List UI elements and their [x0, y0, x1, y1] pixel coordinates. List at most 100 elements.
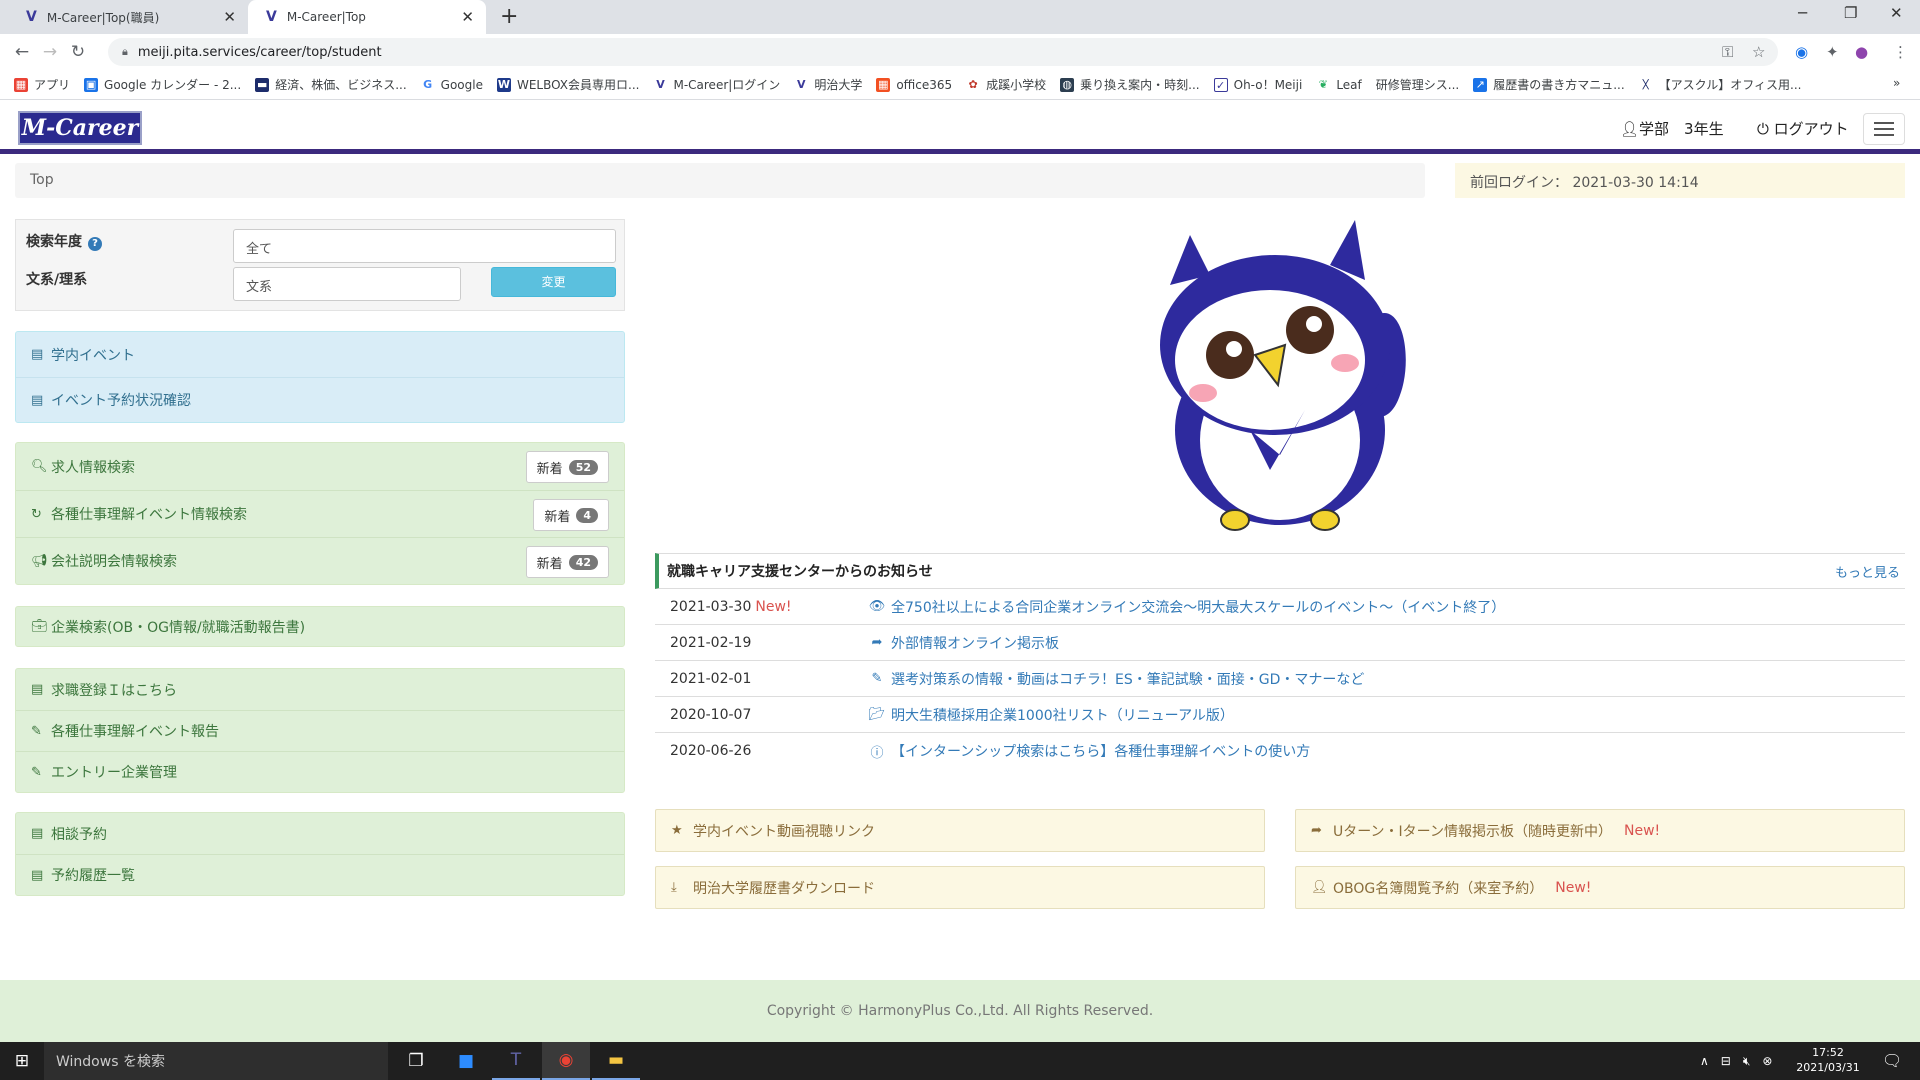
- more-link[interactable]: もっと見る: [1835, 562, 1900, 581]
- bookmarks-more-button[interactable]: »: [1893, 76, 1900, 90]
- owl-mascot-illustration: [1160, 220, 1406, 531]
- file-explorer-icon[interactable]: ▬: [592, 1042, 640, 1080]
- search-year-select[interactable]: 全て: [233, 229, 616, 263]
- new-tab-plus-icon[interactable]: +: [500, 4, 518, 29]
- star-bookmark-icon[interactable]: ☆: [1752, 43, 1765, 61]
- news-link[interactable]: 全750社以上による合同企業オンライン交流会～明大最大スケールのイベント～（イベ…: [891, 597, 1505, 617]
- bookmark-welbox[interactable]: W WELBOX会員専用ロ...: [496, 76, 639, 93]
- news-link[interactable]: 選考対策系の情報・動画はコチラ！ES・筆記試験・面接・GD・マナーなど: [891, 669, 1364, 689]
- close-icon[interactable]: ✕: [223, 8, 236, 26]
- bookmark-apps[interactable]: ▦ アプリ: [14, 76, 70, 93]
- forward-arrow-icon[interactable]: →: [36, 42, 64, 62]
- news-panel: 就職キャリア支援センターからのお知らせ もっと見る 2021-03-30 New!…: [655, 553, 1905, 769]
- calendar-icon: ▣: [84, 77, 99, 92]
- menu-item-job-registration[interactable]: ▤ 求職登録Ｉはこちら: [16, 669, 624, 710]
- back-arrow-icon[interactable]: ←: [8, 42, 36, 62]
- folder-open-icon: 📂︎: [868, 707, 886, 722]
- star-icon: ★: [671, 823, 683, 838]
- profile-avatar-icon[interactable]: ●: [1855, 43, 1868, 61]
- change-button[interactable]: 変更: [491, 267, 616, 297]
- news-date: 2021-03-30: [670, 598, 752, 615]
- bookmark-google-calendar[interactable]: ▣ Google カレンダー - 2...: [84, 76, 241, 93]
- reload-icon[interactable]: ↻: [64, 42, 92, 62]
- breadcrumb: Top: [15, 163, 1425, 198]
- bookmark-office365[interactable]: ▦ office365: [876, 77, 952, 92]
- obog-list-link-box[interactable]: 👤︎ OBOG名簿閲覧予約（来室予約） New!: [1295, 866, 1905, 909]
- help-icon[interactable]: ?: [88, 237, 102, 251]
- bookmark-oh-o-meiji[interactable]: ✓ Oh-o！Meiji: [1213, 76, 1302, 93]
- menu-item-booking-history[interactable]: ▤ 予約履歴一覧: [16, 854, 624, 895]
- list-icon: ▤: [31, 682, 44, 697]
- hamburger-menu-icon[interactable]: [1863, 113, 1905, 145]
- menu-item-company-briefing-search[interactable]: 📢︎ 会社説明会情報検索 新着 42: [16, 537, 624, 584]
- u-turn-board-link-box[interactable]: ➦ Uターン・Iターン情報掲示板（随時更新中） New!: [1295, 809, 1905, 852]
- maximize-icon[interactable]: ❐: [1844, 4, 1857, 22]
- mcareer-logo[interactable]: M-Career: [18, 111, 142, 145]
- news-item[interactable]: 2021-03-30 New! 👁︎ 全750社以上による合同企業オンライン交流会…: [655, 589, 1905, 625]
- address-bar: ← → ↻ 🔒︎ meiji.pita.services/career/top/…: [0, 34, 1920, 70]
- news-item[interactable]: 2021-02-01 ✎ 選考対策系の情報・動画はコチラ！ES・筆記試験・面接・…: [655, 661, 1905, 697]
- new-count-badge[interactable]: 新着 52: [525, 451, 609, 483]
- bookmark-seikei[interactable]: ✿ 成蹊小学校: [966, 76, 1046, 93]
- teams-icon[interactable]: T: [492, 1042, 540, 1080]
- url-input[interactable]: 🔒︎ meiji.pita.services/career/top/studen…: [108, 38, 1778, 66]
- menu-item-consultation-booking[interactable]: ▤ 相談予約: [16, 813, 624, 854]
- menu-item-event-report[interactable]: ✎ 各種仕事理解イベント報告: [16, 710, 624, 751]
- resume-download-link-box[interactable]: ⤓ 明治大学履歴書ダウンロード: [655, 866, 1265, 909]
- search-icon: 🔍︎: [31, 459, 48, 474]
- bookmark-mcareer-login[interactable]: V M-Career|ログイン: [653, 76, 780, 93]
- last-login: 前回ログイン： 2021-03-30 14:14: [1455, 163, 1905, 198]
- pencil-icon: ✎: [31, 723, 42, 739]
- windows-start-icon[interactable]: ⊞: [0, 1042, 44, 1080]
- task-view-icon[interactable]: ❐: [392, 1042, 440, 1080]
- news-link[interactable]: 【インターンシップ検索はこちら】各種仕事理解イベントの使い方: [891, 741, 1310, 761]
- menu-item-entry-management[interactable]: ✎ エントリー企業管理: [16, 751, 624, 792]
- bookmark-transit[interactable]: ◍ 乗り換え案内・時刻...: [1060, 76, 1200, 93]
- user-info[interactable]: 👤︎学部 3年生: [1620, 118, 1724, 139]
- browser-tab-staff[interactable]: V M-Career|Top(職員) ✕: [8, 0, 248, 34]
- menu-item-campus-events[interactable]: ▤ 学内イベント: [16, 332, 624, 377]
- menu-item-event-reservations[interactable]: ▤ イベント予約状況確認: [16, 377, 624, 422]
- new-count-badge[interactable]: 新着 4: [533, 499, 609, 531]
- menu-item-job-search[interactable]: 🔍︎ 求人情報検索 新着 52: [16, 443, 624, 490]
- minimize-icon[interactable]: ─: [1798, 4, 1807, 22]
- browser-tab-top[interactable]: V M-Career|Top ✕: [248, 0, 486, 34]
- notification-icon[interactable]: 🗨︎: [1882, 1051, 1902, 1070]
- bookmark-resume-manual[interactable]: ↗ 履歴書の書き方マニュ...: [1473, 76, 1625, 93]
- chrome-icon[interactable]: ◉: [542, 1042, 590, 1080]
- news-item[interactable]: 2021-02-19 ➦ 外部情報オンライン掲示板: [655, 625, 1905, 661]
- taskbar-clock[interactable]: 17:52 2021/03/31: [1790, 1045, 1866, 1075]
- ime-icon[interactable]: ⊗: [1762, 1054, 1772, 1068]
- volume-muted-icon[interactable]: 🔇︎: [1743, 1054, 1751, 1069]
- chevron-up-icon[interactable]: ∧: [1700, 1054, 1709, 1068]
- office-icon: ▦: [876, 77, 891, 92]
- oh-o-meiji-icon: ✓: [1213, 77, 1228, 92]
- bookmark-training[interactable]: 研修管理シス...: [1376, 76, 1459, 93]
- key-icon[interactable]: ⚿: [1722, 43, 1733, 61]
- extensions-puzzle-icon[interactable]: ✦: [1826, 43, 1839, 61]
- bookmark-leaf[interactable]: ❦ Leaf: [1316, 77, 1362, 92]
- news-link[interactable]: 明大生積極採用企業1000社リスト（リニューアル版）: [891, 705, 1234, 725]
- zoom-icon[interactable]: ■: [442, 1042, 490, 1080]
- bookmark-askul[interactable]: ᚷ 【アスクル】オフィス用...: [1638, 76, 1802, 93]
- new-count-badge[interactable]: 新着 42: [525, 546, 609, 578]
- window-close-icon[interactable]: ✕: [1890, 4, 1903, 22]
- bookmark-google[interactable]: G Google: [420, 77, 483, 92]
- new-tag: New!: [755, 598, 792, 615]
- news-item[interactable]: 2020-06-26 ⓘ 【インターンシップ検索はこちら】各種仕事理解イベントの…: [655, 733, 1905, 769]
- extension-s-icon[interactable]: ◉: [1795, 43, 1808, 61]
- news-item[interactable]: 2020-10-07 📂︎ 明大生積極採用企業1000社リスト（リニューアル版）: [655, 697, 1905, 733]
- bookmark-nikkei[interactable]: ▬ 経済、株価、ビジネス...: [255, 76, 407, 93]
- menu-item-company-search[interactable]: 💼︎ 企業検索(OB・OG情報/就職活動報告書): [16, 607, 624, 646]
- close-icon[interactable]: ✕: [461, 8, 474, 26]
- taskbar-search-input[interactable]: Windows を検索: [44, 1042, 388, 1080]
- chrome-menu-icon[interactable]: ⋮: [1893, 43, 1908, 61]
- field-select[interactable]: 文系: [233, 267, 461, 301]
- logout-button[interactable]: ⏻ ログアウト: [1757, 118, 1849, 139]
- bookmark-meiji[interactable]: V 明治大学: [794, 76, 862, 93]
- menu-item-work-event-search[interactable]: ↻ 各種仕事理解イベント情報検索 新着 4: [16, 490, 624, 537]
- chart-icon: ↗: [1473, 77, 1488, 92]
- video-link-box[interactable]: ★ 学内イベント動画視聴リンク: [655, 809, 1265, 852]
- network-icon[interactable]: ⊟: [1721, 1054, 1731, 1068]
- news-link[interactable]: 外部情報オンライン掲示板: [891, 633, 1059, 653]
